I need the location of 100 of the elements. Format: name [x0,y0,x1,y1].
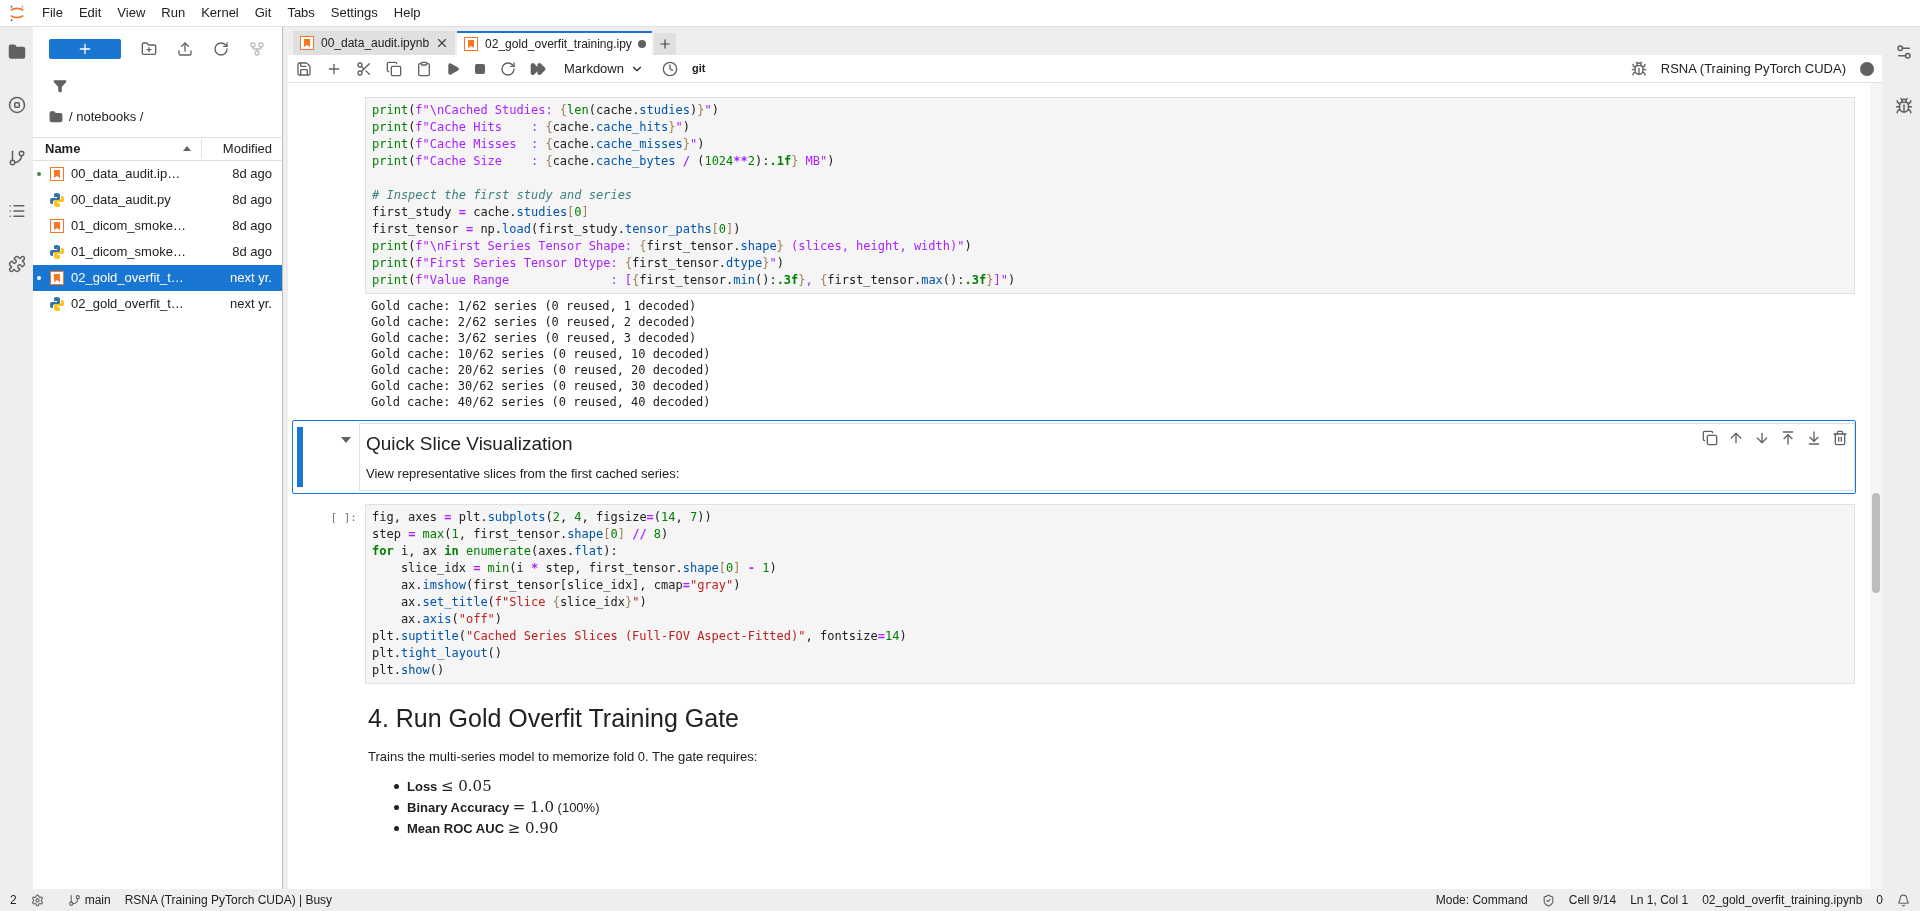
notebook-tab[interactable]: 00_data_audit.ipynb [293,31,456,55]
file-row[interactable]: 01_dicom_smoke… 8d ago [33,238,282,265]
notification-count[interactable]: 0 [1876,891,1883,909]
menu-item[interactable]: Settings [322,3,386,23]
file-name: 02_gold_overfit_t… [71,294,185,313]
file-row[interactable]: 01_dicom_smoke… 8d ago [33,212,282,239]
insert-above-icon[interactable] [1780,430,1796,446]
code-line: print(f"First Series Tensor Dtype: {first_tensor.dtype}") [372,255,784,272]
menu-item[interactable]: Run [153,3,194,23]
name-column-header[interactable]: Name [33,138,202,159]
notebook-tab[interactable]: 02_gold_overfit_training.ipy [457,31,652,55]
git-branch-icon[interactable] [67,893,81,907]
git-icon[interactable] [7,149,26,167]
terminal-count[interactable]: 2 [10,891,17,909]
stop-circle-icon[interactable] [7,96,26,114]
debugger-icon[interactable] [1894,97,1913,115]
code-line: ax.imshow(first_tensor[slice_idx], cmap="gray") [399,576,741,594]
file-row[interactable]: 02_gold_overfit_t… next yr. [33,264,282,291]
file-modified: 8d ago [232,242,273,261]
save-icon[interactable] [296,60,312,77]
stop-icon[interactable] [474,62,486,75]
menu-item[interactable]: Tabs [279,3,323,23]
puzzle-icon[interactable] [7,255,26,273]
code-line: print(f"Cache Misses : {cache.cache_misses}") [372,136,705,153]
code-line: for i, ax in enumerate(axes.flat): [372,542,618,560]
new-tab-button[interactable] [653,33,676,55]
plus-icon [77,41,93,57]
file-modified: 8d ago [232,216,273,235]
file-modified: 8d ago [232,164,273,183]
notebook-icon [49,269,65,286]
menu-item[interactable]: Help [385,3,429,23]
shield-icon[interactable] [1541,893,1555,907]
filter-icon[interactable] [53,79,67,93]
cut-icon[interactable] [356,60,372,77]
code-line: print(f"Cache Size : {cache.cache_bytes / (1024**2):.1f} MB") [372,153,835,170]
branch-name[interactable]: main [84,891,111,909]
scrollbar[interactable] [1870,83,1882,889]
app-logo [8,3,26,23]
code-line: ax.axis("off") [399,610,503,628]
sort-caret-icon [183,146,191,151]
code-line: plt.show() [372,661,445,679]
section-heading: 4. Run Gold Overfit Training Gate [368,702,740,734]
clock-icon[interactable] [661,60,678,77]
code-line: slice_idx = min(i * step, first_tensor.shape[0] - 1) [399,559,777,577]
run-icon[interactable] [446,61,460,76]
run-all-icon[interactable] [530,60,546,77]
move-up-icon[interactable] [1728,430,1744,446]
gear-icon[interactable] [30,893,44,907]
notification-icon[interactable] [1897,893,1910,907]
file-name: 01_dicom_smoke… [71,216,187,235]
file-row[interactable]: 00_data_audit.ip… 8d ago [33,160,282,187]
kernel-status[interactable]: RSNA (Training PyTorch CUDA) | Busy [124,891,333,909]
output-line: Gold cache: 30/62 series (0 reused, 30 decoded) [371,378,712,394]
insert-below-icon[interactable] [1806,430,1822,446]
restart-icon[interactable] [500,60,516,77]
new-folder-icon[interactable] [141,41,157,57]
folder-icon[interactable] [7,43,26,61]
tab-label: 00_data_audit.ipynb [321,35,430,52]
code-editor[interactable] [365,503,1855,684]
git-button[interactable]: git [691,60,706,77]
kernel-name[interactable]: RSNA (Training PyTorch CUDA) [1660,58,1846,79]
cell-heading: Quick Slice Visualization [366,432,573,456]
paste-icon[interactable] [416,60,432,77]
property-inspector-icon[interactable] [1894,43,1913,61]
table-of-contents-icon[interactable] [7,202,26,220]
output-line: Gold cache: 3/62 series (0 reused, 3 decoded) [371,330,698,346]
refresh-icon[interactable] [213,41,229,57]
file-row[interactable]: 00_data_audit.py 8d ago [33,186,282,213]
menu-item[interactable]: Edit [70,3,110,23]
cursor-position[interactable]: Ln 1, Col 1 [1630,891,1689,909]
menu-item[interactable]: File [34,3,71,23]
code-line: print(f"Cache Hits : {cache.cache_hits}") [372,119,690,136]
duplicate-icon[interactable] [1702,430,1718,446]
notebook-icon [49,217,65,234]
cell-type-dropdown[interactable]: Markdown [560,58,648,79]
code-line: print(f"\nFirst Series Tensor Shape: {first_tensor.shape} (slices, height, width)") [372,238,972,255]
file-name: 00_data_audit.ip… [71,164,182,183]
menu-item[interactable]: Kernel [193,3,247,23]
code-line: fig, axes = plt.subplots(2, 4, figsize=(14, 7)) [372,508,712,526]
move-down-icon[interactable] [1754,430,1770,446]
scrollbar-thumb[interactable] [1872,493,1880,593]
modified-column-header[interactable]: Modified [202,138,282,159]
notebook-icon [463,36,480,52]
debugger-icon[interactable] [1630,60,1647,77]
python-file-icon [49,295,65,312]
upload-icon[interactable] [177,41,193,57]
file-name: 02_gold_overfit_t… [71,268,185,287]
delete-icon[interactable] [1832,430,1848,446]
new-launcher-button[interactable] [49,39,121,59]
file-modified: next yr. [230,294,273,313]
cell-text: View representative slices from the first cached series: [366,465,680,483]
breadcrumb[interactable]: / notebooks / [69,107,144,127]
file-row[interactable]: 02_gold_overfit_t… next yr. [33,290,282,317]
code-line: plt.suptitle("Cached Series Slices (Full-FOV Aspect-Fitted)", fontsize=14) [372,627,907,645]
collapse-caret-icon[interactable] [341,437,351,443]
menu-item[interactable]: View [109,3,154,23]
code-line: print(f"\nCached Studies: {len(cache.studies)}") [372,102,719,119]
menu-item[interactable]: Git [246,3,280,23]
code-editor[interactable] [365,97,1855,294]
copy-icon[interactable] [386,60,402,77]
